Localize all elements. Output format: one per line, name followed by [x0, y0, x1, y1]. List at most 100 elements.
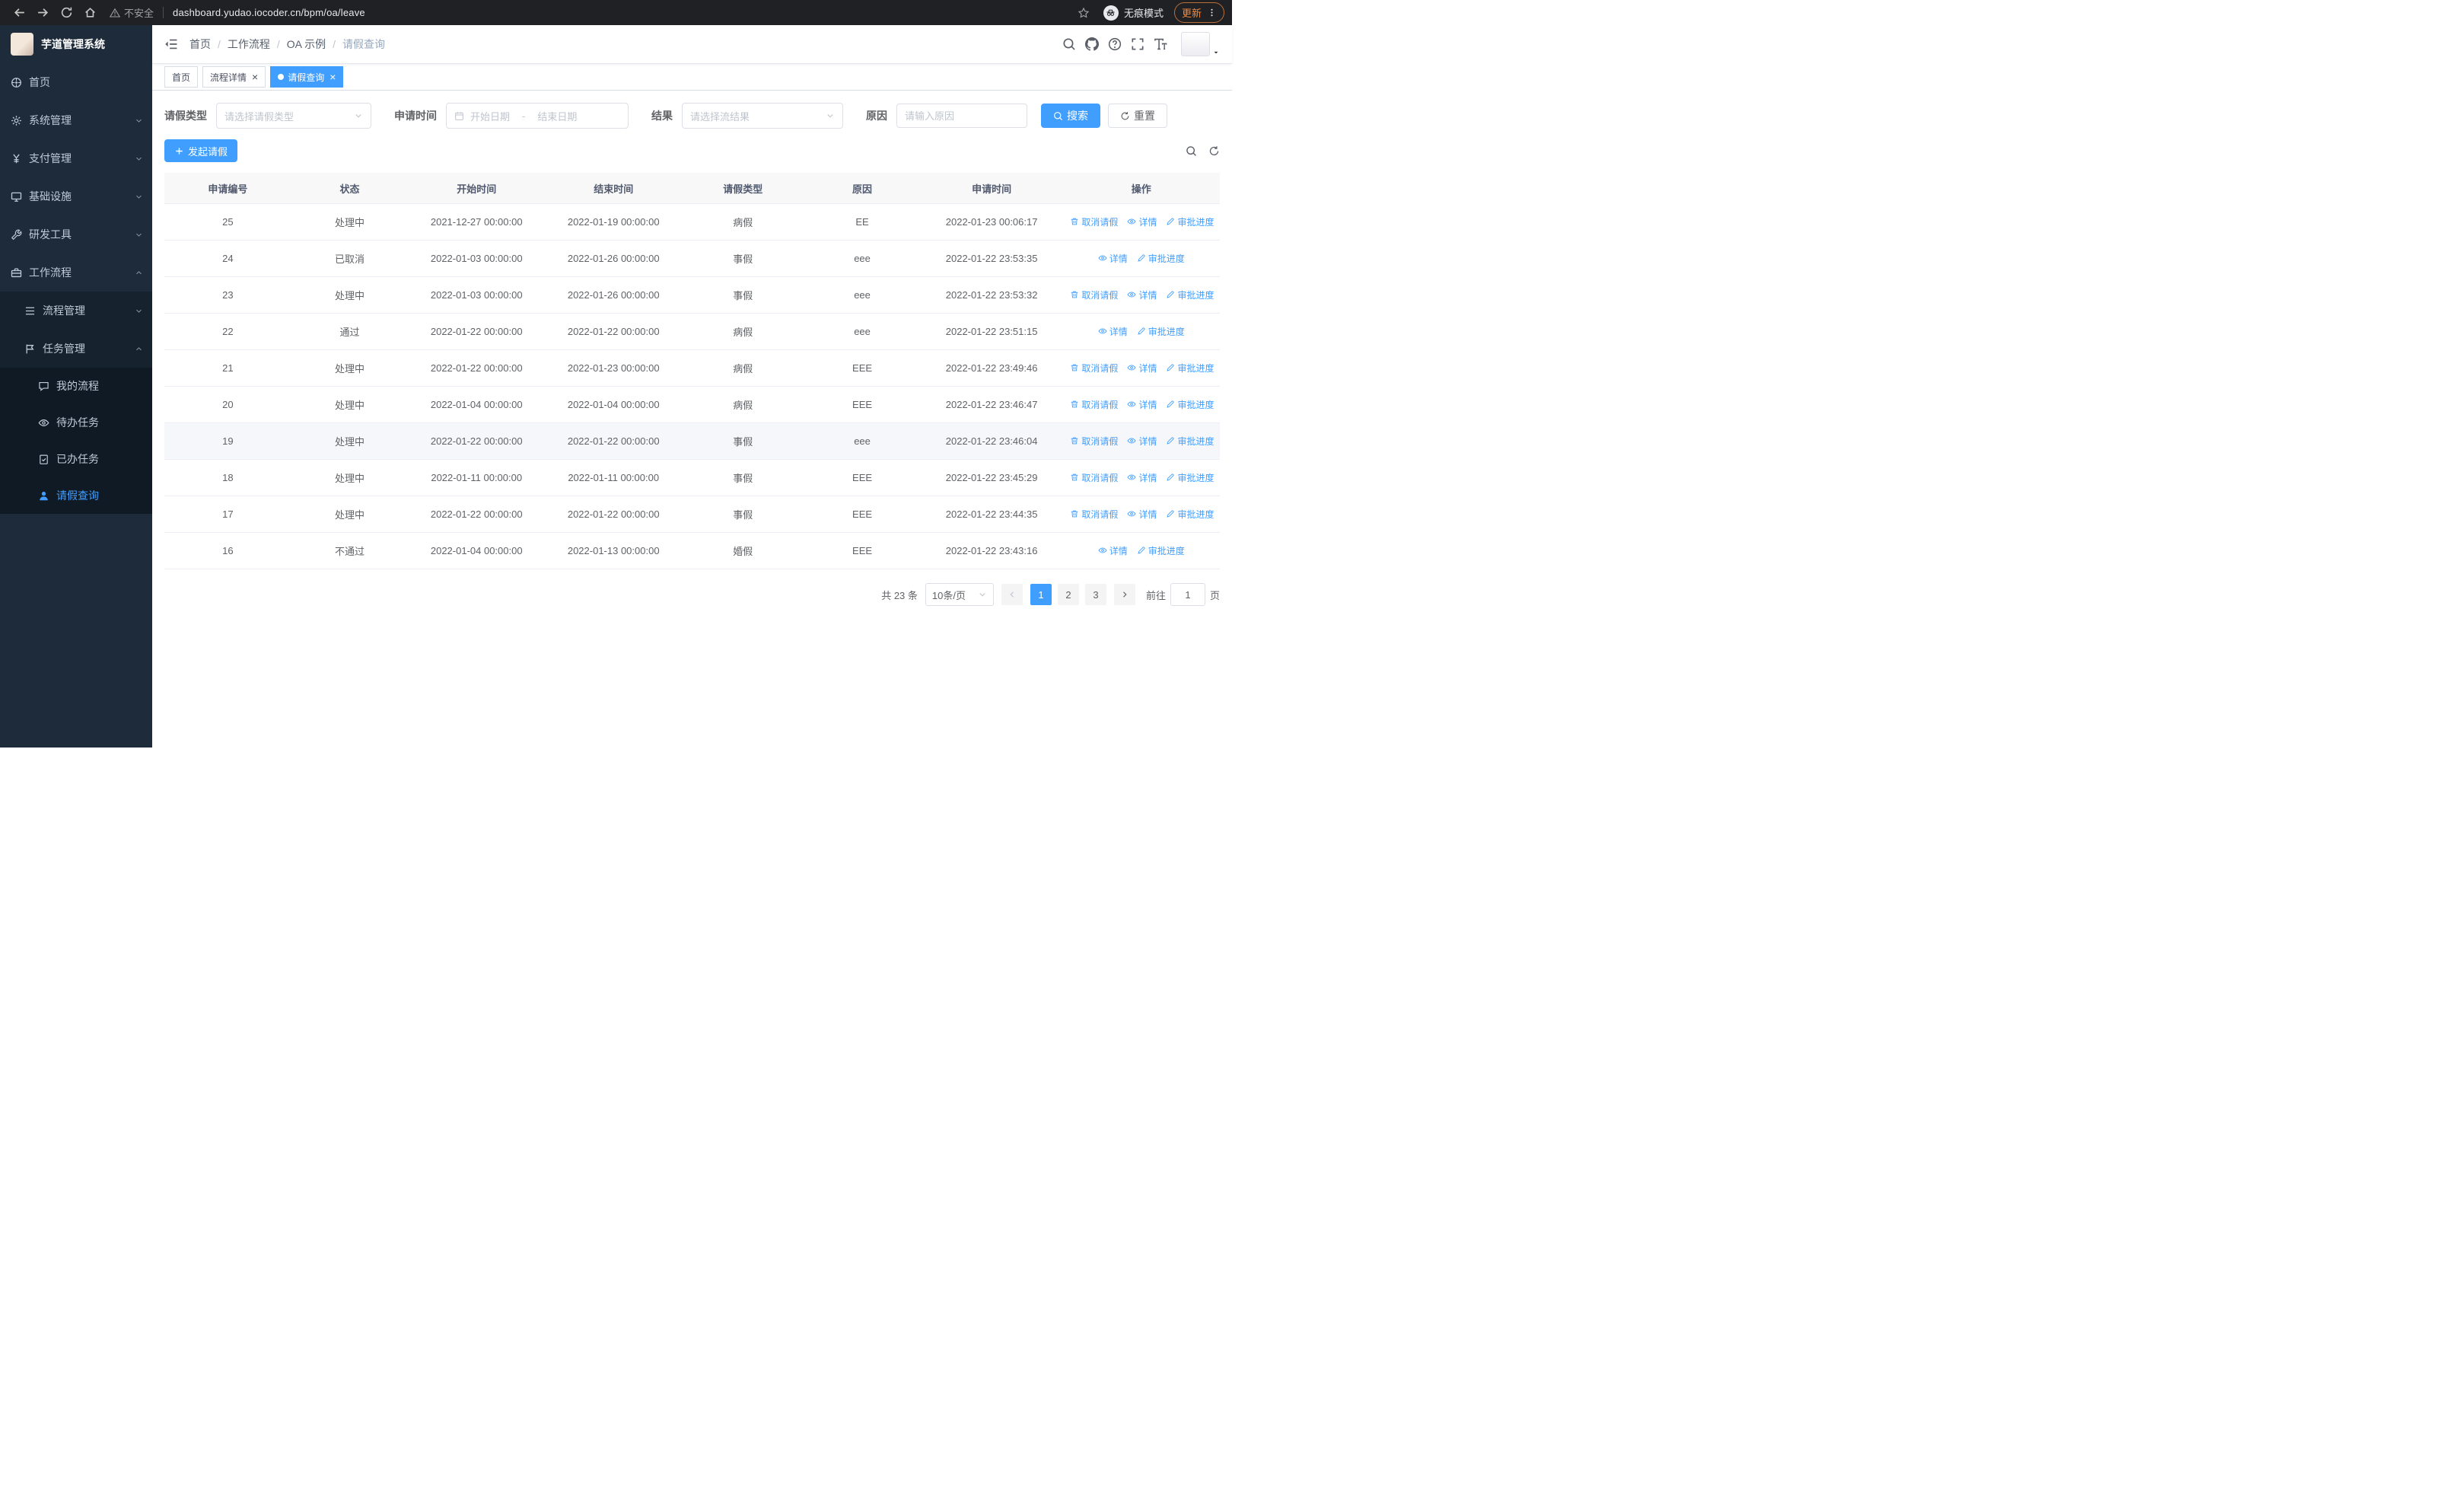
eye-icon [1127, 509, 1136, 518]
table-tools [1186, 145, 1220, 157]
sidebar-item-system[interactable]: 系统管理 [0, 101, 152, 139]
github-icon[interactable] [1085, 37, 1099, 51]
approval-progress-link[interactable]: 审批进度 [1137, 252, 1185, 265]
prev-page-button[interactable] [1001, 584, 1023, 605]
toggle-search-icon[interactable] [1186, 145, 1197, 157]
page-button-2[interactable]: 2 [1057, 584, 1079, 605]
detail-link[interactable]: 详情 [1098, 252, 1128, 265]
tab-item[interactable]: 流程详情 × [202, 66, 266, 88]
browser-update-button[interactable]: 更新 [1173, 2, 1224, 23]
sidebar-item-home[interactable]: 首页 [0, 63, 152, 101]
cancel-leave-link[interactable]: 取消请假 [1070, 362, 1118, 375]
approval-progress-link[interactable]: 审批进度 [1166, 215, 1214, 228]
sidebar-item-todo-tasks[interactable]: 待办任务 [0, 404, 152, 441]
browser-home-icon[interactable] [84, 6, 97, 19]
logo[interactable]: 芋道管理系统 [0, 25, 152, 63]
browser-reload-icon[interactable] [60, 6, 73, 19]
cancel-leave-link[interactable]: 取消请假 [1070, 288, 1118, 301]
leave-type-select[interactable]: 请选择请假类型 [216, 103, 371, 129]
create-leave-button[interactable]: 发起请假 [164, 139, 238, 162]
sidebar-item-workflow[interactable]: 工作流程 [0, 253, 152, 292]
browser-forward-icon[interactable] [37, 6, 49, 19]
reason-input[interactable] [896, 104, 1027, 128]
approval-progress-link[interactable]: 审批进度 [1166, 508, 1214, 521]
sidebar-item-done-tasks[interactable]: 已办任务 [0, 441, 152, 477]
edit-icon [1166, 509, 1175, 518]
tab-item[interactable]: 首页 [164, 66, 199, 88]
refresh-table-icon[interactable] [1208, 145, 1220, 157]
result-select[interactable]: 请选择流结果 [682, 103, 843, 129]
page-size-select[interactable]: 10条/页 [925, 583, 994, 606]
browser-menu-icon[interactable] [1207, 8, 1217, 18]
page-button-3[interactable]: 3 [1084, 584, 1106, 605]
page-button-1[interactable]: 1 [1030, 584, 1052, 605]
detail-link[interactable]: 详情 [1127, 398, 1157, 411]
cell-apply-time: 2022-01-22 23:49:46 [920, 349, 1063, 387]
end-date-placeholder: 结束日期 [537, 110, 578, 123]
detail-link[interactable]: 详情 [1098, 544, 1128, 557]
delete-icon [1070, 509, 1079, 518]
goto-page-input[interactable] [1170, 583, 1205, 606]
next-page-button[interactable] [1113, 584, 1135, 605]
approval-progress-link[interactable]: 审批进度 [1166, 362, 1214, 375]
address-bar[interactable]: 不安全 dashboard.yudao.iocoder.cn/bpm/oa/le… [110, 3, 1062, 23]
breadcrumb-item[interactable]: OA 示例 [287, 38, 326, 50]
incognito-label: 无痕模式 [1123, 8, 1164, 19]
delete-icon [1070, 400, 1079, 409]
detail-link[interactable]: 详情 [1127, 471, 1157, 484]
tab-item[interactable]: 请假查询 × [270, 66, 344, 88]
cancel-leave-link[interactable]: 取消请假 [1070, 508, 1118, 521]
sidebar-item-process-management[interactable]: 流程管理 [0, 292, 152, 330]
bookmark-star-icon[interactable] [1078, 7, 1090, 19]
approval-progress-link[interactable]: 审批进度 [1137, 325, 1185, 338]
cell-reason: EEE [804, 496, 921, 533]
breadcrumb-item[interactable]: 首页 [189, 38, 211, 50]
reset-button[interactable]: 重置 [1108, 104, 1167, 128]
approval-progress-link[interactable]: 审批进度 [1166, 471, 1214, 484]
search-button[interactable]: 搜索 [1041, 104, 1100, 128]
cell-apply-id: 16 [164, 532, 291, 569]
cell-reason: eee [804, 276, 921, 314]
sidebar-item-leave-query[interactable]: 请假查询 [0, 477, 152, 514]
browser-back-icon[interactable] [13, 6, 26, 19]
detail-link[interactable]: 详情 [1127, 362, 1157, 375]
range-separator: - [522, 110, 526, 122]
briefcase-icon [11, 267, 22, 279]
sidebar-item-payment[interactable]: 支付管理 [0, 139, 152, 177]
search-icon[interactable] [1062, 37, 1076, 51]
fullscreen-icon[interactable] [1131, 37, 1144, 51]
cancel-leave-link[interactable]: 取消请假 [1070, 471, 1118, 484]
cancel-leave-link[interactable]: 取消请假 [1070, 435, 1118, 448]
breadcrumb-item[interactable]: 工作流程 [228, 38, 270, 50]
approval-progress-link[interactable]: 审批进度 [1137, 544, 1185, 557]
cell-operations: 取消请假 详情 审批进度 [1062, 349, 1220, 387]
cell-reason: EEE [804, 349, 921, 387]
cell-leave-type: 病假 [682, 386, 804, 423]
close-tab-icon[interactable]: × [329, 72, 336, 82]
sidebar-item-infrastructure[interactable]: 基础设施 [0, 177, 152, 215]
tab-label: 流程详情 [210, 72, 247, 83]
approval-progress-link[interactable]: 审批进度 [1166, 435, 1214, 448]
sidebar-item-dev-tools[interactable]: 研发工具 [0, 215, 152, 253]
close-tab-icon[interactable]: × [252, 72, 258, 82]
gear-icon [11, 115, 22, 126]
sidebar-item-my-process[interactable]: 我的流程 [0, 368, 152, 404]
user-menu[interactable] [1181, 32, 1220, 56]
cancel-leave-link[interactable]: 取消请假 [1070, 398, 1118, 411]
sidebar-collapse-icon[interactable] [164, 37, 178, 51]
result-placeholder: 请选择流结果 [690, 110, 750, 123]
detail-link[interactable]: 详情 [1127, 288, 1157, 301]
security-status[interactable]: 不安全 [110, 5, 154, 20]
cancel-leave-link[interactable]: 取消请假 [1070, 215, 1118, 228]
help-icon[interactable] [1108, 37, 1122, 51]
approval-progress-link[interactable]: 审批进度 [1166, 288, 1214, 301]
sidebar-item-task-management[interactable]: 任务管理 [0, 330, 152, 368]
font-size-icon[interactable] [1154, 37, 1167, 51]
detail-link[interactable]: 详情 [1098, 325, 1128, 338]
apply-time-range-picker[interactable]: 开始日期 - 结束日期 [446, 103, 629, 129]
detail-link[interactable]: 详情 [1127, 215, 1157, 228]
user-icon [38, 490, 49, 502]
approval-progress-link[interactable]: 审批进度 [1166, 398, 1214, 411]
detail-link[interactable]: 详情 [1127, 435, 1157, 448]
detail-link[interactable]: 详情 [1127, 508, 1157, 521]
